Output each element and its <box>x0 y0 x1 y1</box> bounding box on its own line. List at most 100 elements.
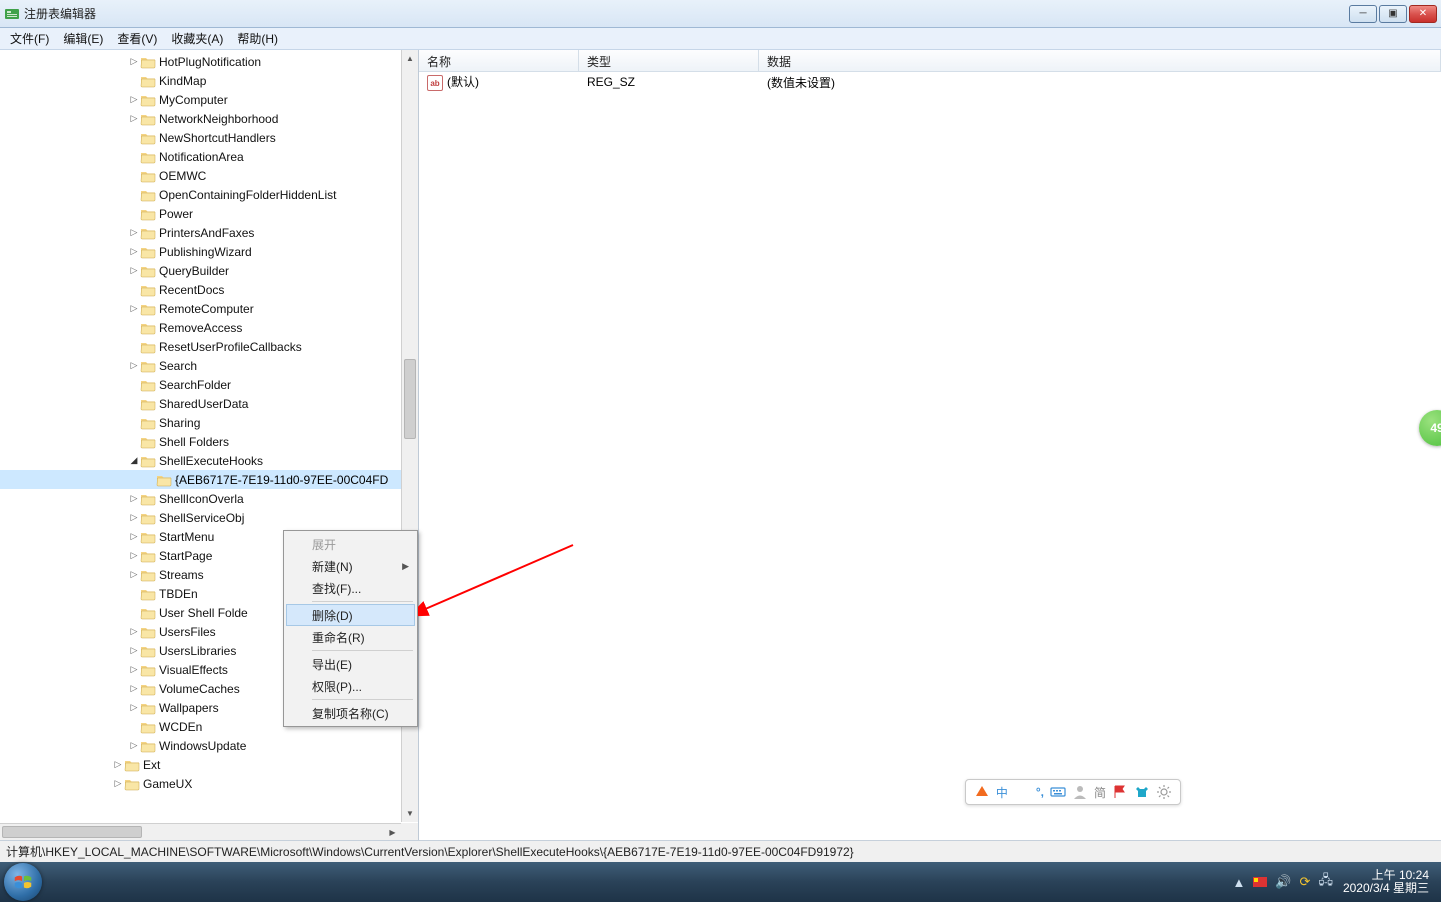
tray-flag-icon[interactable] <box>1253 877 1267 887</box>
tree-item[interactable]: ▷NetworkNeighborhood <box>0 109 418 128</box>
column-data[interactable]: 数据 <box>759 50 1441 71</box>
tree-item[interactable]: SearchFolder <box>0 375 418 394</box>
tree-item[interactable]: ◢ShellExecuteHooks <box>0 451 418 470</box>
tray-volume-icon[interactable]: 🔊 <box>1275 874 1291 890</box>
expand-icon[interactable]: ▷ <box>128 664 140 675</box>
tree-item[interactable]: KindMap <box>0 71 418 90</box>
tree-item[interactable]: ▷PublishingWizard <box>0 242 418 261</box>
taskbar-clock[interactable]: 上午 10:24 2020/3/4 星期三 <box>1343 869 1429 895</box>
menu-view[interactable]: 查看(V) <box>111 28 163 49</box>
tree-item[interactable]: RemoveAccess <box>0 318 418 337</box>
tree-item[interactable]: NewShortcutHandlers <box>0 128 418 147</box>
scroll-down-arrow-icon[interactable]: ▼ <box>402 805 418 822</box>
context-menu-copy-key-name[interactable]: 复制项名称(C) <box>286 702 415 724</box>
tree-item[interactable]: ▷PrintersAndFaxes <box>0 223 418 242</box>
expand-icon[interactable]: ▷ <box>128 569 140 580</box>
expand-icon[interactable]: ▷ <box>128 227 140 238</box>
tree-item[interactable]: ▷MyComputer <box>0 90 418 109</box>
expand-icon[interactable]: ▷ <box>128 303 140 314</box>
expand-icon[interactable]: ▷ <box>128 740 140 751</box>
expand-icon[interactable]: ▷ <box>128 246 140 257</box>
tree-item[interactable]: ▷Search <box>0 356 418 375</box>
ime-flag-icon[interactable] <box>1112 784 1128 800</box>
ime-punct-icon[interactable]: °, <box>1036 785 1044 799</box>
ime-toolbar[interactable]: 中 °, 简 <box>965 779 1181 805</box>
scroll-thumb[interactable] <box>404 359 416 439</box>
tree-item-label: Wallpapers <box>159 701 219 715</box>
ime-zhong[interactable]: 中 <box>996 784 1008 801</box>
tree-item[interactable]: NotificationArea <box>0 147 418 166</box>
tree-item[interactable]: Shell Folders <box>0 432 418 451</box>
scroll-thumb-h[interactable] <box>2 826 142 838</box>
expand-icon[interactable]: ▷ <box>128 550 140 561</box>
expand-icon[interactable]: ▷ <box>128 113 140 124</box>
ime-keyboard-icon[interactable] <box>1050 784 1066 800</box>
tree-item[interactable]: Power <box>0 204 418 223</box>
menu-favorites[interactable]: 收藏夹(A) <box>165 28 229 49</box>
tree-item-label: Ext <box>143 758 160 772</box>
context-menu-find[interactable]: 查找(F)... <box>286 577 415 599</box>
tree-item[interactable]: ▷ Ext <box>0 755 418 774</box>
ime-user-icon[interactable] <box>1072 784 1088 800</box>
expand-icon[interactable]: ▷ <box>128 94 140 105</box>
tree-item[interactable]: OpenContainingFolderHiddenList <box>0 185 418 204</box>
menu-file[interactable]: 文件(F) <box>4 28 55 49</box>
collapse-icon[interactable]: ◢ <box>128 455 140 466</box>
folder-icon <box>140 606 156 620</box>
expand-icon[interactable]: ▷ <box>128 645 140 656</box>
expand-icon[interactable]: ▷ <box>112 778 124 789</box>
tree-item[interactable]: ResetUserProfileCallbacks <box>0 337 418 356</box>
tree-item[interactable]: ▷ShellIconOverla <box>0 489 418 508</box>
tree-item[interactable]: ▷GameUX <box>0 774 418 793</box>
menu-help[interactable]: 帮助(H) <box>231 28 284 49</box>
ime-logo-icon[interactable] <box>974 784 990 800</box>
context-menu-rename[interactable]: 重命名(R) <box>286 626 415 648</box>
tree-item[interactable]: ▷WindowsUpdate <box>0 736 418 755</box>
tray-network-icon[interactable]: 🖧 <box>1318 871 1333 893</box>
expand-icon[interactable]: ▷ <box>112 759 124 770</box>
tree-item[interactable]: ▷QueryBuilder <box>0 261 418 280</box>
start-button[interactable] <box>4 863 42 901</box>
tray-sync-icon[interactable]: ⟳ <box>1300 874 1311 890</box>
list-row[interactable]: ab(默认) REG_SZ (数值未设置) <box>419 72 1441 92</box>
expand-icon[interactable]: ▷ <box>128 360 140 371</box>
column-type[interactable]: 类型 <box>579 50 759 71</box>
ime-jian[interactable]: 简 <box>1094 784 1106 801</box>
tree-item[interactable]: ▷RemoteComputer <box>0 299 418 318</box>
tree-item[interactable]: ▷HotPlugNotification <box>0 52 418 71</box>
scroll-right-arrow-icon[interactable]: ▶ <box>384 824 401 840</box>
ime-moon-icon[interactable] <box>1014 784 1030 800</box>
folder-icon <box>140 74 156 88</box>
expand-icon[interactable]: ▷ <box>128 702 140 713</box>
context-menu-new[interactable]: 新建(N) ▶ <box>286 555 415 577</box>
tree-item[interactable]: RecentDocs <box>0 280 418 299</box>
tree-item[interactable]: ▷ShellServiceObj <box>0 508 418 527</box>
column-name[interactable]: 名称 <box>419 50 579 71</box>
list-header: 名称 类型 数据 <box>419 50 1441 72</box>
tree-item[interactable]: OEMWC <box>0 166 418 185</box>
context-menu-permissions[interactable]: 权限(P)... <box>286 675 415 697</box>
ime-gear-icon[interactable] <box>1156 784 1172 800</box>
tree-item-label: UsersLibraries <box>159 644 236 658</box>
close-button[interactable]: ✕ <box>1409 5 1437 23</box>
tree-item[interactable]: SharedUserData <box>0 394 418 413</box>
expand-icon[interactable]: ▷ <box>128 531 140 542</box>
maximize-button[interactable]: ▣ <box>1379 5 1407 23</box>
tree-item[interactable]: Sharing <box>0 413 418 432</box>
expand-icon[interactable]: ▷ <box>128 512 140 523</box>
expand-icon[interactable]: ▷ <box>128 56 140 67</box>
scroll-up-arrow-icon[interactable]: ▲ <box>402 50 418 67</box>
expand-icon[interactable]: ▷ <box>128 683 140 694</box>
context-menu-delete[interactable]: 删除(D) <box>286 604 415 626</box>
menu-edit[interactable]: 编辑(E) <box>57 28 109 49</box>
expand-icon[interactable]: ▷ <box>128 493 140 504</box>
tree-horizontal-scrollbar[interactable]: ◀ ▶ <box>0 823 401 840</box>
tray-up-arrow-icon[interactable]: ▲ <box>1232 875 1245 890</box>
list-body[interactable]: ab(默认) REG_SZ (数值未设置) <box>419 72 1441 840</box>
tree-item[interactable]: {AEB6717E-7E19-11d0-97EE-00C04FD <box>0 470 418 489</box>
expand-icon[interactable]: ▷ <box>128 626 140 637</box>
expand-icon[interactable]: ▷ <box>128 265 140 276</box>
ime-shirt-icon[interactable] <box>1134 784 1150 800</box>
context-menu-export[interactable]: 导出(E) <box>286 653 415 675</box>
minimize-button[interactable]: ─ <box>1349 5 1377 23</box>
